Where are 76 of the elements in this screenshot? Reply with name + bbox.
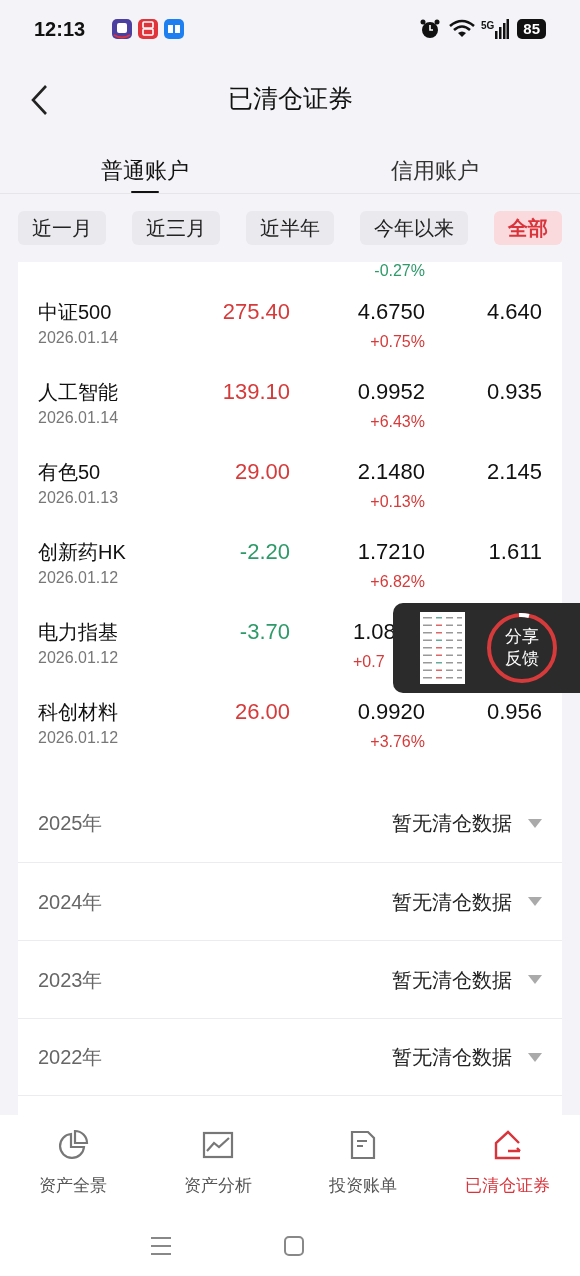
profit-value: 275.40 bbox=[222, 298, 290, 326]
caret-icon bbox=[528, 818, 542, 828]
year-label: 2023年 bbox=[38, 967, 104, 993]
trade-date: 2026.01.14 bbox=[38, 328, 120, 348]
alarm-icon bbox=[418, 18, 441, 40]
trade-date: 2026.01.12 bbox=[38, 568, 120, 588]
profit-value: 139.10 bbox=[222, 378, 290, 406]
trade-date: 2026.01.13 bbox=[38, 488, 120, 508]
profit-value: -2.20 bbox=[239, 538, 290, 566]
network-label: 5G bbox=[480, 19, 495, 33]
trade-date: 2026.01.14 bbox=[38, 408, 120, 428]
share-feedback-button[interactable]: 分享反馈 bbox=[486, 612, 558, 684]
status-time: 12:13 bbox=[34, 17, 86, 42]
nav-tab[interactable]: 投资账单 bbox=[290, 1115, 435, 1215]
change-percent: +0.13% bbox=[370, 492, 425, 512]
screenshot-thumbnail[interactable] bbox=[420, 612, 465, 684]
price-value: 0.956 bbox=[486, 698, 542, 726]
account-tab[interactable]: 信用账户 bbox=[290, 140, 580, 193]
nav-tab[interactable]: 已清仓证券 bbox=[435, 1115, 580, 1215]
year-label: 2024年 bbox=[38, 889, 104, 915]
security-name: 中证500 bbox=[38, 300, 113, 325]
app-notification-icon bbox=[137, 18, 160, 40]
caret-icon bbox=[528, 975, 542, 984]
price-value: 0.9952 bbox=[357, 378, 425, 406]
back-icon bbox=[30, 84, 50, 116]
profit-value: 29.00 bbox=[234, 458, 290, 486]
filter-chip[interactable]: 近半年 bbox=[246, 211, 334, 245]
caret-icon bbox=[528, 897, 542, 906]
wifi-icon bbox=[448, 19, 475, 39]
filter-chip[interactable]: 近一月 bbox=[18, 211, 106, 245]
security-name: 人工智能 bbox=[38, 380, 119, 405]
security-name: 科创材料 bbox=[38, 700, 119, 725]
price-value: 2.1480 bbox=[357, 458, 425, 486]
year-dropdown[interactable]: 暂无清仓数据 bbox=[392, 1042, 542, 1072]
nav-tab[interactable]: 资产分析 bbox=[145, 1115, 290, 1215]
price-value: 0.9920 bbox=[357, 698, 425, 726]
nav-tab[interactable]: 资产全景 bbox=[0, 1115, 145, 1215]
change-percent: +6.82% bbox=[370, 572, 425, 592]
year-dropdown[interactable]: 暂无清仓数据 bbox=[392, 886, 542, 917]
change-percent: +0.75% bbox=[370, 332, 425, 352]
price-value: 4.6750 bbox=[357, 298, 425, 326]
year-label: 2025年 bbox=[38, 811, 104, 836]
app-notification-icon bbox=[163, 18, 186, 40]
filter-chip[interactable]: 今年以来 bbox=[360, 211, 468, 245]
page-title: 已清仓证券 bbox=[227, 83, 353, 115]
year-dropdown[interactable]: 暂无清仓数据 bbox=[392, 964, 542, 995]
filter-chip[interactable]: 全部 bbox=[494, 211, 562, 245]
security-name: 创新药HK bbox=[38, 540, 127, 565]
change-percent: +0.7 bbox=[353, 652, 385, 672]
change-percent: -0.27% bbox=[374, 262, 425, 280]
battery-indicator: 85 bbox=[517, 19, 546, 39]
caret-icon bbox=[528, 1052, 542, 1062]
trade-date: 2026.01.12 bbox=[38, 728, 120, 748]
security-name: 有色50 bbox=[38, 460, 102, 485]
change-percent: +3.76% bbox=[370, 732, 425, 752]
price-value: 1.7210 bbox=[357, 538, 425, 566]
signal-icon bbox=[495, 19, 510, 39]
year-dropdown[interactable]: 暂无清仓数据 bbox=[392, 808, 542, 838]
line-chart-icon bbox=[201, 1129, 234, 1161]
price-value: 1.611 bbox=[488, 538, 542, 566]
year-label: 2022年 bbox=[38, 1045, 104, 1070]
trade-date: 2026.01.12 bbox=[38, 648, 120, 668]
price-value: 0.935 bbox=[486, 378, 542, 406]
filter-chip[interactable]: 近三月 bbox=[132, 211, 220, 245]
menu-icon[interactable] bbox=[150, 1235, 172, 1256]
security-name: 电力指基 bbox=[38, 620, 119, 645]
profit-value: -3.70 bbox=[239, 618, 290, 646]
account-tab[interactable]: 普通账户 bbox=[0, 140, 290, 193]
change-percent: +6.43% bbox=[370, 412, 425, 432]
home-icon[interactable] bbox=[284, 1235, 304, 1256]
price-value: 2.145 bbox=[486, 458, 542, 486]
app-notification-icon bbox=[111, 18, 134, 40]
profit-value: 26.00 bbox=[234, 698, 290, 726]
progress-ring-icon bbox=[486, 612, 558, 684]
price-value: 4.640 bbox=[486, 298, 542, 326]
pie-chart-icon bbox=[56, 1129, 89, 1161]
